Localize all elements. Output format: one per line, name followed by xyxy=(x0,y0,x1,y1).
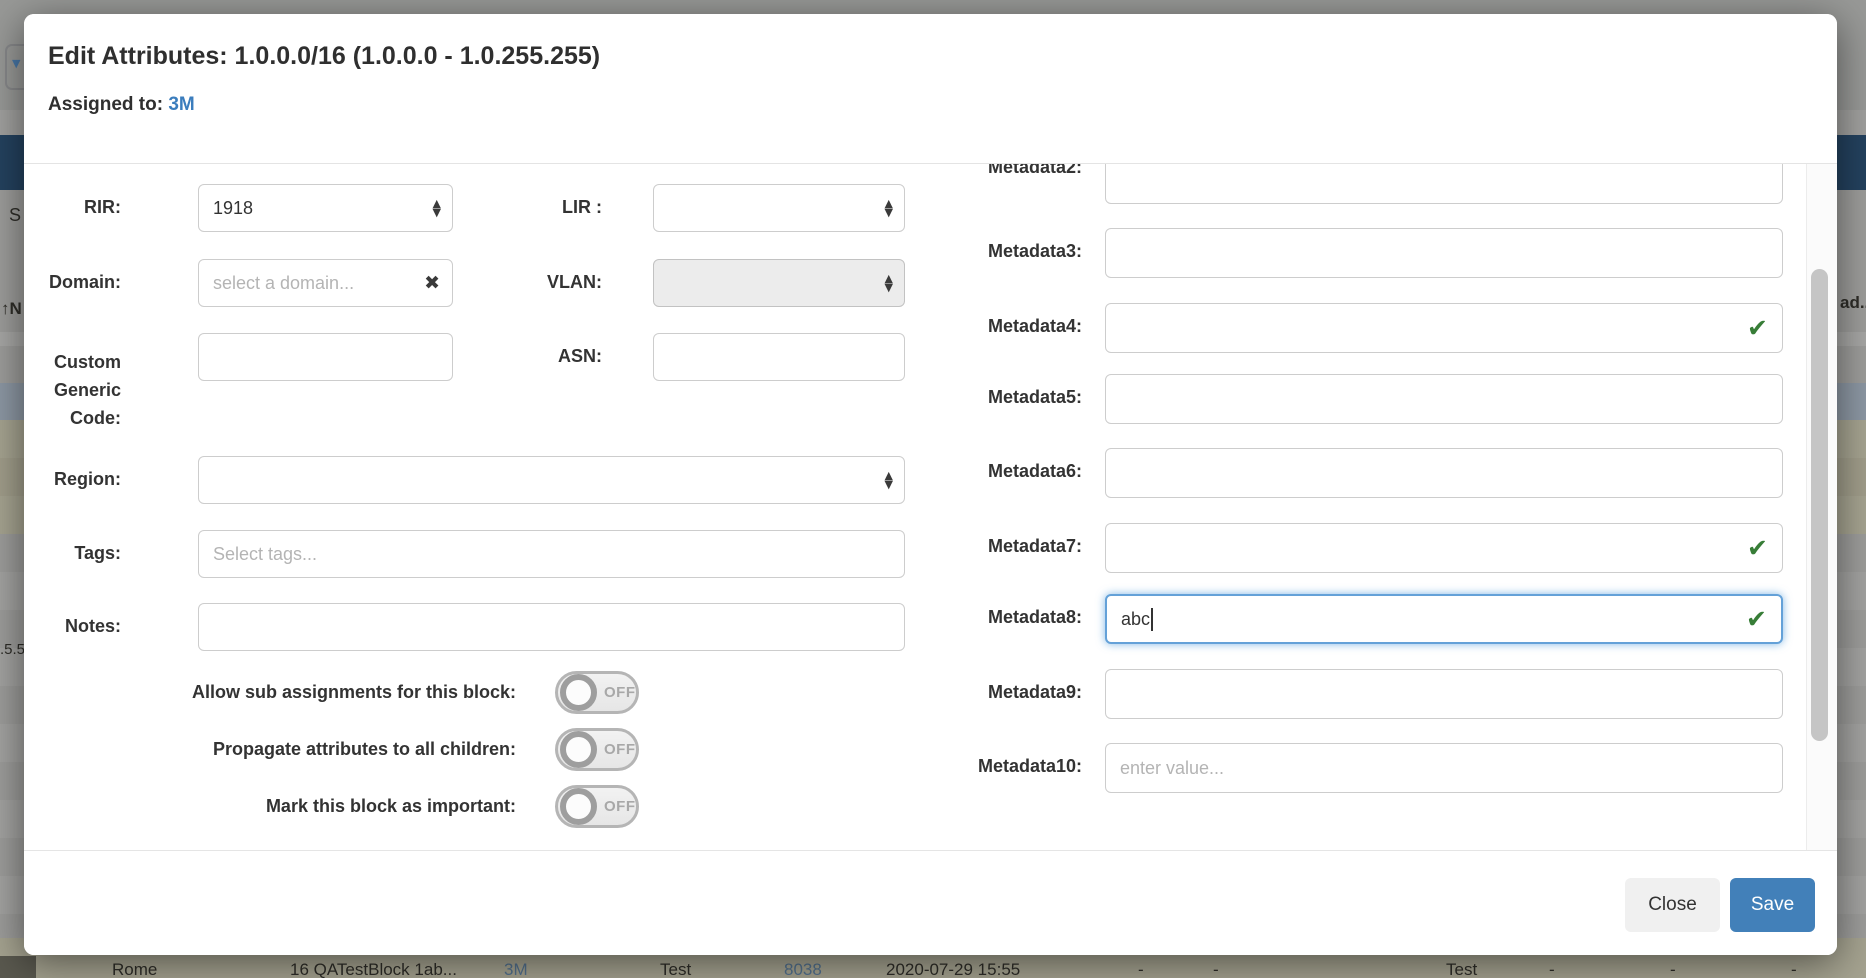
modal-header: Edit Attributes: 1.0.0.0/16 (1.0.0.0 - 1… xyxy=(24,14,1837,164)
tags-placeholder: Select tags... xyxy=(213,544,317,565)
metadata3-label: Metadata3: xyxy=(884,241,1082,262)
modal-scrollbar-track[interactable] xyxy=(1806,164,1837,851)
vlan-label: VLAN: xyxy=(464,272,602,293)
bg-cell-dash: - xyxy=(1213,960,1219,978)
metadata6-input[interactable] xyxy=(1105,448,1783,498)
mark-important-label: Mark this block as important: xyxy=(124,796,516,817)
domain-placeholder: select a domain... xyxy=(213,273,354,294)
bg-bottom-left-cell xyxy=(0,956,36,978)
toggle-knob xyxy=(560,731,597,768)
custom-generic-code-label: Custom Generic Code: xyxy=(24,348,121,432)
clear-domain-icon[interactable]: ✖ xyxy=(424,272,440,294)
valid-check-icon: ✔ xyxy=(1747,314,1768,343)
propagate-attributes-toggle[interactable]: OFF xyxy=(555,728,639,771)
rir-label: RIR: xyxy=(24,197,121,218)
bg-name-column-fragment: ↑N xyxy=(1,299,22,319)
region-select[interactable]: ▲▼ xyxy=(198,456,905,504)
bg-cell-dash: - xyxy=(1791,960,1797,978)
metadata10-label: Metadata10: xyxy=(884,756,1082,777)
toggle-knob xyxy=(560,788,597,825)
rir-select[interactable]: 1918 ▲▼ xyxy=(198,184,453,232)
metadata10-input[interactable]: enter value... xyxy=(1105,743,1783,793)
metadata4-input[interactable]: ✔ xyxy=(1105,303,1783,353)
assigned-to-link[interactable]: 3M xyxy=(168,94,194,115)
select-arrows-icon: ▲▼ xyxy=(885,199,893,217)
allow-sub-assignments-label: Allow sub assignments for this block: xyxy=(124,682,516,703)
lir-select[interactable]: ▲▼ xyxy=(653,184,905,232)
metadata4-label: Metadata4: xyxy=(884,316,1082,337)
save-button[interactable]: Save xyxy=(1730,878,1815,932)
text-cursor xyxy=(1151,608,1153,631)
toggle-knob xyxy=(560,674,597,711)
metadata9-label: Metadata9: xyxy=(884,682,1082,703)
mark-important-toggle[interactable]: OFF xyxy=(555,785,639,828)
propagate-attributes-label: Propagate attributes to all children: xyxy=(124,739,516,760)
close-button[interactable]: Close xyxy=(1625,878,1720,932)
bg-header-right-fragment: ad... xyxy=(1840,293,1866,313)
modal-scrollbar-thumb[interactable] xyxy=(1811,269,1828,741)
bg-cell-id-link[interactable]: 8038 xyxy=(784,960,822,978)
asn-input[interactable] xyxy=(653,333,905,381)
select-arrows-icon: ▲▼ xyxy=(885,274,893,292)
metadata7-input[interactable]: ✔ xyxy=(1105,523,1783,573)
assigned-to-line: Assigned to: 3M xyxy=(48,94,195,116)
metadata5-label: Metadata5: xyxy=(884,387,1082,408)
domain-label: Domain: xyxy=(24,272,121,293)
custom-generic-code-input[interactable] xyxy=(198,333,453,381)
asn-label: ASN: xyxy=(464,346,602,367)
bg-cell-text: Test xyxy=(660,960,691,978)
screen: ▼ S ↑N ad... .5.5. Rome 16 QATestBlock 1… xyxy=(0,0,1866,978)
metadata10-placeholder: enter value... xyxy=(1120,758,1224,779)
bg-cell-region: Rome xyxy=(112,960,157,978)
toggle-state-label: OFF xyxy=(604,741,636,758)
metadata2-label: Metadata2: xyxy=(884,164,1082,176)
metadata5-input[interactable] xyxy=(1105,374,1783,424)
metadata6-label: Metadata6: xyxy=(884,461,1082,482)
metadata7-label: Metadata7: xyxy=(884,536,1082,557)
bg-cell-dash: - xyxy=(1138,960,1144,978)
notes-label: Notes: xyxy=(24,616,121,637)
modal-footer: Close Save xyxy=(24,850,1837,955)
metadata8-value: abc xyxy=(1121,609,1150,630)
metadata8-label: Metadata8: xyxy=(884,607,1082,628)
lir-label: LIR : xyxy=(464,197,602,218)
metadata3-input[interactable] xyxy=(1105,228,1783,278)
notes-input[interactable] xyxy=(198,603,905,651)
metadata9-input[interactable] xyxy=(1105,669,1783,719)
valid-check-icon: ✔ xyxy=(1747,534,1768,563)
toggle-state-label: OFF xyxy=(604,684,636,701)
valid-check-icon: ✔ xyxy=(1746,605,1767,634)
tags-input[interactable]: Select tags... xyxy=(198,530,905,578)
assigned-to-label: Assigned to: xyxy=(48,94,163,115)
domain-input[interactable]: select a domain... ✖ xyxy=(198,259,453,307)
modal-body-scroll-area: RIR: 1918 ▲▼ LIR : ▲▼ Domain: select a d… xyxy=(24,164,1837,851)
edit-attributes-modal: Edit Attributes: 1.0.0.0/16 (1.0.0.0 - 1… xyxy=(24,14,1837,955)
bg-cell-dash: - xyxy=(1670,960,1676,978)
region-label: Region: xyxy=(24,469,121,490)
bg-cell-datetime: 2020-07-29 15:55 xyxy=(886,960,1020,978)
modal-title: Edit Attributes: 1.0.0.0/16 (1.0.0.0 - 1… xyxy=(48,42,600,71)
bg-cell-dash: - xyxy=(1549,960,1555,978)
metadata8-input[interactable]: abc ✔ xyxy=(1105,594,1783,644)
tags-label: Tags: xyxy=(24,543,121,564)
allow-sub-assignments-toggle[interactable]: OFF xyxy=(555,671,639,714)
metadata2-input[interactable] xyxy=(1105,164,1783,204)
vlan-select: ▲▼ xyxy=(653,259,905,307)
bg-cell-text: Test xyxy=(1446,960,1477,978)
toggle-state-label: OFF xyxy=(604,798,636,815)
rir-select-value: 1918 xyxy=(213,198,253,219)
bg-cell-assigned-link[interactable]: 3M xyxy=(504,960,528,978)
select-arrows-icon: ▲▼ xyxy=(433,199,441,217)
bg-cell-blockname: 16 QATestBlock 1ab... xyxy=(290,960,457,978)
bg-search-fragment: S xyxy=(9,205,21,226)
dropdown-caret-icon: ▼ xyxy=(12,57,20,70)
